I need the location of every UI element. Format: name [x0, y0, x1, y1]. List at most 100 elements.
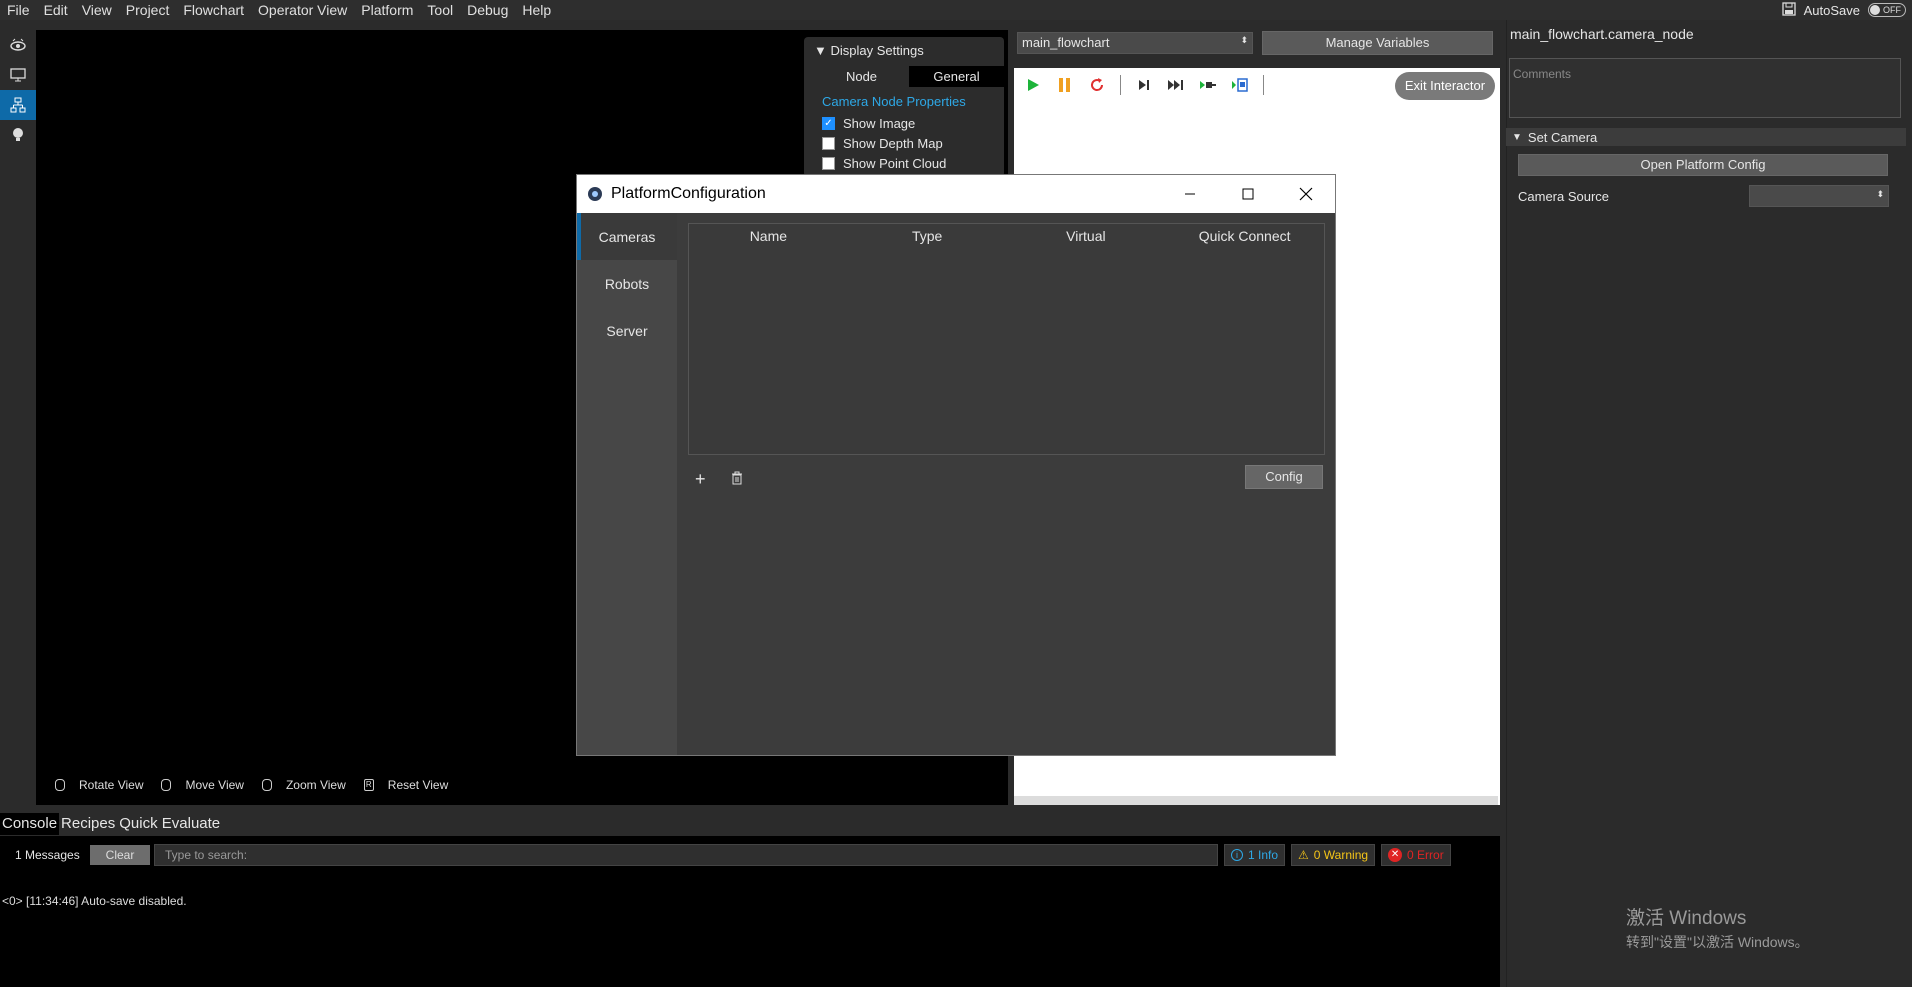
show-depth-map-checkbox[interactable] [822, 137, 835, 150]
platform-configuration-dialog: PlatformConfiguration Cameras Robots Ser… [576, 174, 1336, 756]
display-settings-panel: ▼ Display Settings Node General Camera N… [804, 37, 1004, 177]
step-icon[interactable] [1135, 76, 1153, 94]
display-settings-header[interactable]: ▼ Display Settings [804, 37, 1004, 64]
add-icon[interactable]: + [695, 469, 706, 490]
run-to-node-icon[interactable] [1199, 76, 1217, 94]
exit-interactor-button[interactable]: Exit Interactor [1395, 72, 1495, 100]
toolbar-separator [1120, 75, 1121, 95]
app-logo-icon [587, 186, 603, 205]
table-header: Name Type Virtual Quick Connect [689, 224, 1324, 248]
tab-node[interactable]: Node [814, 66, 909, 87]
menu-edit[interactable]: Edit [37, 0, 75, 20]
reset-view-hint: R Reset View [363, 778, 448, 792]
camera-node-properties-link[interactable]: Camera Node Properties [804, 87, 1004, 111]
updown-icon: ⬍ [1876, 189, 1884, 199]
fast-forward-icon[interactable] [1167, 76, 1185, 94]
warning-icon: ⚠ [1298, 848, 1309, 862]
reload-icon[interactable] [1088, 76, 1106, 94]
cameras-table[interactable]: Name Type Virtual Quick Connect [688, 223, 1325, 455]
watermark-line1: 激活 Windows [1626, 908, 1747, 929]
pause-icon[interactable] [1056, 76, 1074, 94]
view-hints: Rotate View Move View Zoom View R Reset V… [55, 778, 466, 792]
monitor-icon[interactable] [0, 60, 36, 90]
sidebar-item-server[interactable]: Server [577, 307, 677, 354]
vision-icon[interactable] [0, 30, 36, 60]
menu-tool[interactable]: Tool [420, 0, 460, 20]
menu-operator-view[interactable]: Operator View [251, 0, 354, 20]
console-search-input[interactable]: Type to search: [154, 844, 1218, 866]
info-icon: i [1231, 849, 1243, 861]
toolbar-separator-2 [1263, 75, 1264, 95]
menu-flowchart[interactable]: Flowchart [176, 0, 251, 20]
windows-activation-watermark: 激活 Windows 转到"设置"以激活 Windows。 [1626, 903, 1809, 952]
show-point-cloud-checkbox[interactable] [822, 157, 835, 170]
show-depth-map-option[interactable]: Show Depth Map [804, 131, 1004, 151]
display-tabs: Node General [814, 66, 1004, 87]
menu-help[interactable]: Help [515, 0, 558, 20]
menu-debug[interactable]: Debug [460, 0, 515, 20]
trash-icon[interactable] [731, 471, 743, 488]
menu-project[interactable]: Project [119, 0, 177, 20]
flowchart-hscrollbar[interactable] [1014, 796, 1498, 805]
flowchart-toolbar [1024, 73, 1264, 97]
show-image-checkbox[interactable]: ✓ [822, 117, 835, 130]
dialog-title: PlatformConfiguration [611, 185, 766, 202]
tab-quick-evaluate[interactable]: Quick Evaluate [117, 813, 222, 835]
zoom-view-hint: Zoom View [261, 778, 346, 792]
window-controls [1161, 175, 1335, 213]
menu-file[interactable]: File [0, 0, 37, 20]
autosave-label: AutoSave [1803, 2, 1860, 18]
clear-button[interactable]: Clear [90, 845, 150, 865]
comments-field[interactable]: Comments [1509, 58, 1901, 118]
debug-node-icon[interactable] [1231, 76, 1249, 94]
camera-source-label: Camera Source [1518, 189, 1610, 204]
info-filter[interactable]: i 1 Info [1224, 844, 1286, 866]
flowchart-icon[interactable] [0, 90, 36, 120]
console-tabs: Console Recipes Quick Evaluate [0, 813, 222, 835]
error-icon: ✕ [1388, 848, 1403, 862]
play-icon[interactable] [1024, 76, 1042, 94]
warning-filter[interactable]: ⚠ 0 Warning [1291, 844, 1376, 866]
tab-console[interactable]: Console [0, 813, 60, 835]
show-image-label: Show Image [843, 116, 916, 131]
log-line: <0> [11:34:46] Auto-save disabled. [2, 894, 187, 908]
left-toolbar [0, 30, 36, 805]
show-image-option[interactable]: ✓ Show Image [804, 111, 1004, 131]
message-count: 1 Messages [15, 848, 80, 862]
save-icon[interactable] [1781, 1, 1796, 19]
show-depth-map-label: Show Depth Map [843, 136, 943, 151]
error-filter[interactable]: ✕ 0 Error [1381, 844, 1451, 866]
tab-recipes[interactable]: Recipes [59, 813, 117, 835]
triangle-down-icon: ▼ [1512, 131, 1522, 143]
manage-variables-button[interactable]: Manage Variables [1262, 31, 1493, 55]
camera-source-select[interactable]: ⬍ [1749, 185, 1889, 207]
tab-general[interactable]: General [909, 66, 1004, 87]
triangle-down-icon: ▼ [814, 43, 827, 58]
mouse-right-icon [161, 779, 172, 791]
flowchart-select[interactable]: main_flowchart ⬍ [1017, 32, 1253, 54]
config-button[interactable]: Config [1245, 465, 1323, 489]
set-camera-title: Set Camera [1527, 129, 1598, 145]
col-name[interactable]: Name [689, 228, 848, 244]
set-camera-header[interactable]: ▼ Set Camera [1506, 128, 1906, 146]
autosave-toggle[interactable]: OFF [1868, 3, 1906, 17]
sidebar-item-cameras[interactable]: Cameras [577, 213, 677, 260]
key-r-icon: R [363, 779, 374, 791]
sidebar-item-robots[interactable]: Robots [577, 260, 677, 307]
close-icon[interactable] [1277, 175, 1335, 213]
col-virtual[interactable]: Virtual [1007, 228, 1166, 244]
show-point-cloud-option[interactable]: Show Point Cloud [804, 151, 1004, 171]
col-type[interactable]: Type [848, 228, 1007, 244]
maximize-icon[interactable] [1219, 175, 1277, 213]
menu-view[interactable]: View [75, 0, 119, 20]
move-view-hint: Move View [161, 778, 244, 792]
col-quick-connect[interactable]: Quick Connect [1165, 228, 1324, 244]
flowchart-select-value: main_flowchart [1022, 35, 1110, 50]
minimize-icon[interactable] [1161, 175, 1219, 213]
open-platform-config-button[interactable]: Open Platform Config [1518, 154, 1888, 176]
menu-right: AutoSave OFF [1781, 0, 1912, 20]
dialog-sidebar: Cameras Robots Server [577, 213, 677, 755]
dialog-titlebar[interactable]: PlatformConfiguration [577, 175, 1335, 213]
lightbulb-icon[interactable] [0, 120, 36, 150]
menu-platform[interactable]: Platform [354, 0, 420, 20]
